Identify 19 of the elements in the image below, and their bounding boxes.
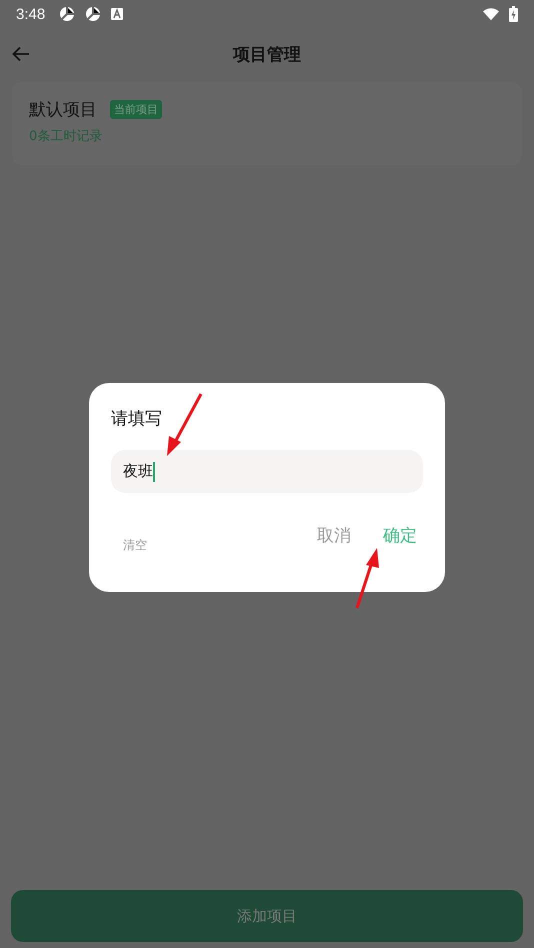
project-name: 默认项目 [29, 99, 97, 121]
app-notification-icon [59, 6, 76, 22]
current-project-badge: 当前项目 [110, 100, 162, 119]
app-notification-icon [85, 6, 102, 22]
input-field[interactable]: 夜班 [111, 450, 423, 493]
record-count: 0条工时记录 [29, 128, 104, 145]
wifi-icon [483, 6, 499, 22]
annotation-arrow [164, 392, 204, 458]
annotation-arrow [355, 546, 381, 610]
back-icon[interactable] [12, 46, 30, 62]
dialog-title: 请填写 [111, 408, 163, 430]
confirm-button[interactable]: 确定 [377, 520, 423, 551]
battery-charging-icon [509, 6, 518, 22]
keyboard-notification-icon [111, 8, 124, 20]
page-title: 项目管理 [233, 44, 301, 66]
add-project-button[interactable]: 添加项目 [11, 890, 523, 942]
cancel-button[interactable]: 取消 [311, 520, 357, 551]
status-time: 3:48 [16, 6, 46, 22]
clear-button[interactable]: 清空 [117, 533, 153, 558]
